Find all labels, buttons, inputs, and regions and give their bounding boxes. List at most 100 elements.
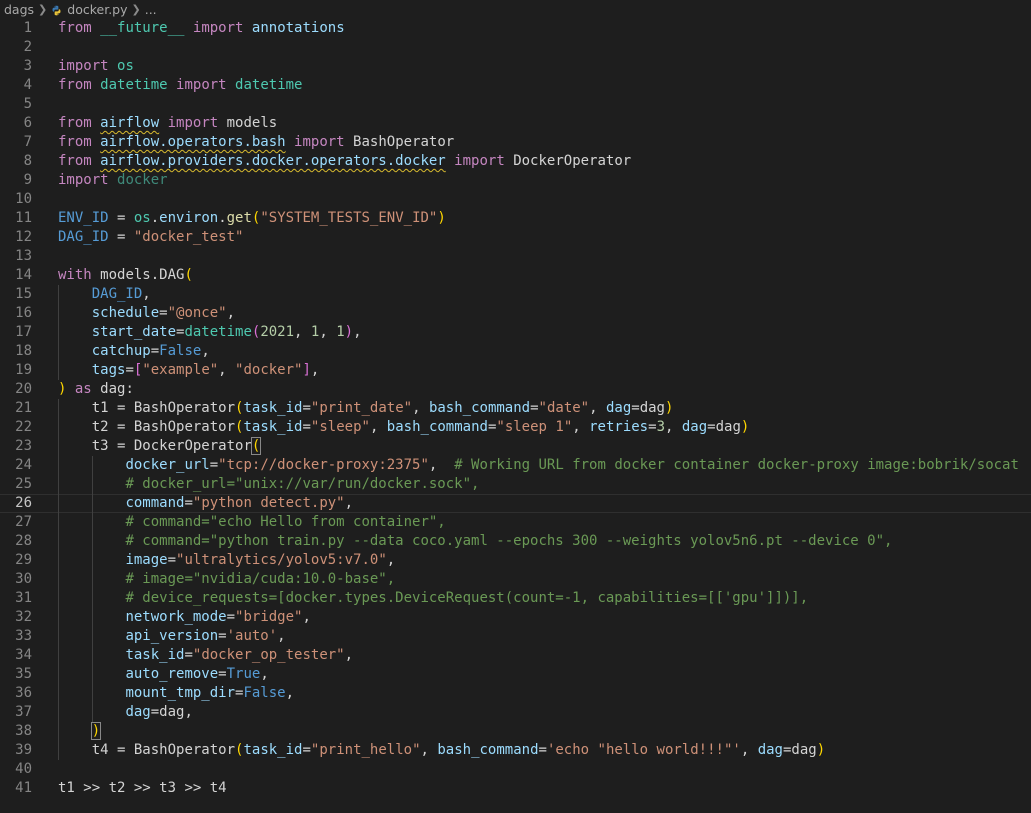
line-number: 5 xyxy=(23,96,32,112)
code-token: >> xyxy=(176,780,210,796)
code-line[interactable]: 39 t4 = BashOperator(task_id="print_hell… xyxy=(0,741,1031,760)
indent-guide xyxy=(91,627,93,646)
code-token: , xyxy=(260,666,269,682)
code-token: . xyxy=(150,210,160,226)
code-line[interactable]: 15 DAG_ID, xyxy=(0,285,1031,304)
code-token: from xyxy=(58,77,92,93)
line-number: 29 xyxy=(15,552,32,568)
code-token: models xyxy=(100,267,151,283)
code-text: image="ultralytics/yolov5:v7.0", xyxy=(32,551,1031,570)
code-line[interactable]: 33 api_version='auto', xyxy=(0,627,1031,646)
code-token: "bridge" xyxy=(235,609,303,625)
code-token: "sleep 1" xyxy=(496,419,573,435)
code-token: import xyxy=(192,20,244,36)
code-line[interactable]: 34 task_id="docker_op_tester", xyxy=(0,646,1031,665)
code-line[interactable]: 23 t3 = DockerOperator( xyxy=(0,437,1031,456)
indent-guide xyxy=(58,608,59,627)
code-token: , xyxy=(184,704,193,720)
code-token: , xyxy=(294,324,311,340)
code-token: network_mode xyxy=(125,609,227,625)
breadcrumb-folder[interactable]: dags xyxy=(4,2,34,17)
code-line[interactable]: 4 from datetime import datetime xyxy=(0,76,1031,95)
code-line[interactable]: 1 from __future__ import annotations xyxy=(0,19,1031,38)
line-number: 17 xyxy=(15,324,32,340)
code-line[interactable]: 36 mount_tmp_dir=False, xyxy=(0,684,1031,703)
code-token: 'echo "hello world!!!"' xyxy=(546,742,741,758)
code-line[interactable]: 11 ENV_ID = os.environ.get("SYSTEM_TESTS_… xyxy=(0,209,1031,228)
breadcrumb-more[interactable]: ... xyxy=(145,2,157,17)
indent-guide xyxy=(91,551,93,570)
code-token: catchup xyxy=(91,343,151,359)
code-line[interactable]: 32 network_mode="bridge", xyxy=(0,608,1031,627)
code-line[interactable]: 41 t1 >> t2 >> t3 >> t4 xyxy=(0,779,1031,798)
code-line[interactable]: 8 from airflow.providers.docker.operators… xyxy=(0,152,1031,171)
code-token: 2021 xyxy=(260,324,295,340)
code-token: t1 xyxy=(58,780,75,796)
code-line[interactable]: 18 catchup=False, xyxy=(0,342,1031,361)
code-line[interactable]: 5 xyxy=(0,95,1031,114)
code-token: ) xyxy=(344,324,354,340)
line-number: 10 xyxy=(15,191,32,207)
code-line[interactable]: 38 ) xyxy=(0,722,1031,741)
code-line[interactable]: 9 import docker xyxy=(0,171,1031,190)
code-token: = xyxy=(108,742,134,758)
code-line[interactable]: 40 xyxy=(0,760,1031,779)
line-number: 4 xyxy=(23,77,32,93)
code-line[interactable]: 12 DAG_ID = "docker_test" xyxy=(0,228,1031,247)
code-line[interactable]: 10 xyxy=(0,190,1031,209)
code-token: , xyxy=(589,400,606,416)
code-token: = xyxy=(226,609,236,625)
code-line[interactable]: 6 from airflow import models xyxy=(0,114,1031,133)
code-line[interactable]: 35 auto_remove=True, xyxy=(0,665,1031,684)
code-line[interactable]: 29 image="ultralytics/yolov5:v7.0", xyxy=(0,551,1031,570)
code-line[interactable]: 19 tags=["example", "docker"], xyxy=(0,361,1031,380)
code-line[interactable]: 30 # image="nvidia/cuda:10.0-base", xyxy=(0,570,1031,589)
code-line[interactable]: 37 dag=dag, xyxy=(0,703,1031,722)
code-line[interactable]: 3 import os xyxy=(0,57,1031,76)
code-token: airflow xyxy=(100,115,160,131)
code-token: False xyxy=(159,343,202,359)
code-token: , xyxy=(302,609,311,625)
code-token: # image="nvidia/cuda:10.0-base", xyxy=(125,571,396,587)
code-token: datetime xyxy=(235,77,303,93)
code-token: "docker_test" xyxy=(133,229,244,245)
line-number: 24 xyxy=(15,457,32,473)
code-line[interactable]: 27 # command="echo Hello from container"… xyxy=(0,513,1031,532)
code-text: from airflow.providers.docker.operators.… xyxy=(32,152,1031,171)
code-line[interactable]: 20) as dag: xyxy=(0,380,1031,399)
code-line[interactable]: 2 xyxy=(0,38,1031,57)
code-token: t4 xyxy=(91,742,109,758)
line-number: 2 xyxy=(23,39,32,55)
code-text: t2 = BashOperator(task_id="sleep", bash_… xyxy=(32,418,1031,437)
code-line[interactable]: 24 docker_url="tcp://docker-proxy:2375",… xyxy=(0,456,1031,475)
code-line[interactable]: 28 # command="python train.py --data coc… xyxy=(0,532,1031,551)
code-line[interactable]: 16 schedule="@once", xyxy=(0,304,1031,323)
code-token: = xyxy=(159,305,168,321)
code-token: datetime xyxy=(184,324,252,340)
line-number: 8 xyxy=(23,153,32,169)
code-editor[interactable]: 1 from __future__ import annotations 2 3 imp… xyxy=(0,19,1031,798)
line-number: 28 xyxy=(15,533,32,549)
indent-guide xyxy=(58,627,59,646)
code-line[interactable]: 13 xyxy=(0,247,1031,266)
code-line[interactable]: 17 start_date=datetime(2021, 1, 1), xyxy=(0,323,1031,342)
code-line[interactable]: 21 t1 = BashOperator(task_id="print_date… xyxy=(0,399,1031,418)
breadcrumb-file[interactable]: docker.py xyxy=(67,2,127,17)
code-line[interactable]: 31 # device_requests=[docker.types.Devic… xyxy=(0,589,1031,608)
indent-guide xyxy=(58,684,59,703)
code-line[interactable]: 22 t2 = BashOperator(task_id="sleep", ba… xyxy=(0,418,1031,437)
code-line[interactable]: 14 with models.DAG( xyxy=(0,266,1031,285)
code-token: , xyxy=(310,362,320,378)
line-number: 32 xyxy=(15,609,32,625)
code-line[interactable]: 25 # docker_url="unix://var/run/docker.s… xyxy=(0,475,1031,494)
line-number: 38 xyxy=(15,723,32,739)
code-token: DAG_ID xyxy=(58,229,109,245)
code-token: , xyxy=(420,742,438,758)
code-line[interactable]: 26 command="python detect.py", xyxy=(0,494,1031,513)
code-text: mount_tmp_dir=False, xyxy=(32,684,1031,703)
code-line[interactable]: 7 from airflow.operators.bash import Bash… xyxy=(0,133,1031,152)
